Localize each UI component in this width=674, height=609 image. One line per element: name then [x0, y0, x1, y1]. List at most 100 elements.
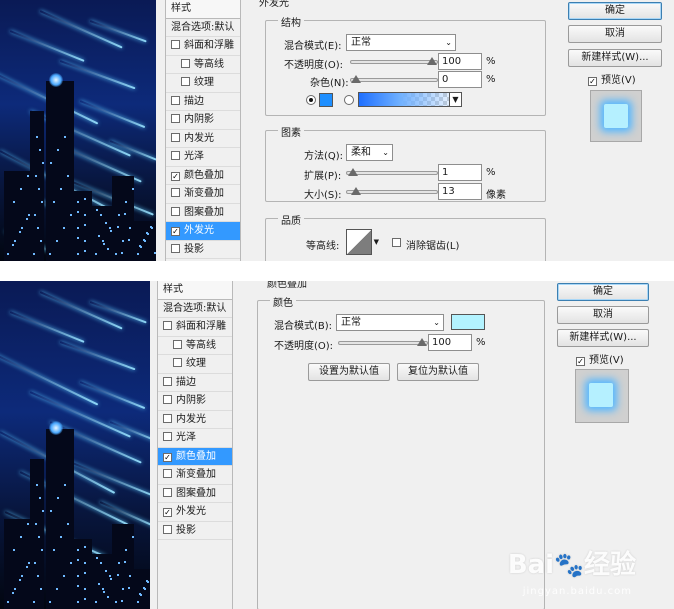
window-light: [64, 484, 66, 486]
style-checkbox[interactable]: ✓: [171, 227, 180, 236]
style-checkbox[interactable]: [163, 524, 172, 534]
style-checkbox[interactable]: [181, 77, 190, 86]
blending-options-item[interactable]: 混合选项:默认: [158, 300, 232, 318]
style-item[interactable]: 渐变叠加: [158, 466, 232, 485]
style-checkbox[interactable]: [163, 432, 172, 441]
reset-default-button[interactable]: 复位为默认值: [397, 363, 479, 381]
style-item[interactable]: ✓ 颜色叠加: [166, 167, 240, 185]
glow-color-swatch[interactable]: [319, 93, 333, 107]
opacity-slider[interactable]: [350, 57, 438, 65]
opacity-slider[interactable]: [338, 338, 428, 346]
opacity-input[interactable]: 100: [428, 334, 472, 351]
window-light: [132, 536, 134, 538]
style-item-label: 投影: [184, 243, 204, 255]
size-slider[interactable]: [346, 187, 438, 195]
gradient-radio[interactable]: [344, 95, 354, 105]
gradient-picker[interactable]: ▼: [358, 92, 462, 107]
contour-picker[interactable]: ▼: [346, 229, 379, 255]
style-item[interactable]: 图案叠加: [158, 485, 232, 503]
cancel-button[interactable]: 取消: [557, 306, 649, 324]
style-checkbox[interactable]: ✓: [171, 171, 180, 181]
style-item[interactable]: 纹理: [158, 355, 232, 374]
style-item[interactable]: ✓ 外发光: [158, 503, 232, 522]
style-item[interactable]: 等高线: [166, 56, 240, 74]
style-checkbox[interactable]: [163, 376, 172, 386]
style-item[interactable]: 内阴影: [158, 392, 232, 411]
style-checkbox[interactable]: [163, 413, 172, 423]
preview-toggle[interactable]: ✓ 预览(V): [576, 351, 624, 366]
style-checkbox[interactable]: [163, 487, 172, 497]
blend-mode-value: 正常: [341, 317, 361, 328]
style-item[interactable]: 内阴影: [166, 111, 240, 130]
style-item[interactable]: 斜面和浮雕: [166, 37, 240, 56]
style-item[interactable]: 等高线: [158, 337, 232, 355]
window-light: [67, 523, 69, 525]
chevron-down-icon[interactable]: ▼: [374, 238, 379, 246]
style-checkbox[interactable]: [171, 114, 180, 123]
noise-input[interactable]: 0: [438, 71, 482, 88]
style-checkbox[interactable]: [171, 40, 180, 49]
style-item[interactable]: 斜面和浮雕: [158, 318, 232, 337]
style-checkbox[interactable]: [171, 132, 180, 142]
style-checkbox[interactable]: [163, 395, 172, 404]
antialias-checkbox[interactable]: [392, 238, 401, 247]
method-select[interactable]: 柔和 ⌄: [346, 144, 393, 161]
style-checkbox[interactable]: [173, 358, 182, 367]
style-checkbox[interactable]: [171, 188, 180, 197]
style-item[interactable]: 光泽: [166, 148, 240, 167]
style-item[interactable]: 图案叠加: [166, 204, 240, 222]
building: [134, 569, 150, 609]
preview-checkbox[interactable]: ✓: [576, 357, 585, 366]
style-item[interactable]: ✓ 颜色叠加: [158, 447, 232, 466]
ok-button[interactable]: 确定: [557, 283, 649, 301]
blending-options-item[interactable]: 混合选项:默认: [166, 19, 240, 37]
blend-mode-select[interactable]: 正常 ⌄: [336, 314, 444, 331]
style-item[interactable]: 投影: [166, 241, 240, 259]
preview-toggle[interactable]: ✓ 预览(V): [588, 71, 636, 86]
style-item[interactable]: ✓ 外发光: [166, 222, 240, 241]
spread-slider[interactable]: [346, 168, 438, 176]
size-input[interactable]: 13: [438, 183, 482, 200]
style-checkbox[interactable]: [171, 95, 180, 105]
ok-button[interactable]: 确定: [568, 2, 662, 20]
opacity-input[interactable]: 100: [438, 53, 482, 70]
chevron-down-icon[interactable]: ▼: [449, 93, 461, 106]
new-style-button[interactable]: 新建样式(W)...: [568, 49, 662, 67]
styles-header[interactable]: 样式: [158, 281, 232, 300]
set-default-button[interactable]: 设置为默认值: [308, 363, 390, 381]
style-item[interactable]: 渐变叠加: [166, 185, 240, 204]
spread-input[interactable]: 1: [438, 164, 482, 181]
style-checkbox[interactable]: [171, 206, 180, 216]
cancel-button[interactable]: 取消: [568, 25, 662, 43]
style-item[interactable]: 内发光: [166, 130, 240, 148]
preview-checkbox[interactable]: ✓: [588, 77, 597, 86]
slider-thumb[interactable]: [427, 57, 437, 65]
style-checkbox[interactable]: [173, 339, 182, 349]
style-checkbox[interactable]: [171, 151, 180, 160]
noise-slider[interactable]: [350, 75, 438, 83]
window-light: [139, 245, 141, 247]
style-checkbox[interactable]: [181, 58, 190, 68]
style-item[interactable]: 纹理: [166, 74, 240, 93]
blend-mode-select[interactable]: 正常 ⌄: [346, 34, 456, 51]
solid-color-radio[interactable]: [306, 95, 316, 105]
style-checkbox[interactable]: [171, 243, 180, 253]
style-item[interactable]: 内发光: [158, 411, 232, 429]
styles-header[interactable]: 样式: [166, 0, 240, 19]
slider-thumb[interactable]: [417, 338, 427, 346]
window-light: [77, 211, 79, 213]
style-checkbox[interactable]: ✓: [163, 508, 172, 517]
slider-thumb[interactable]: [351, 75, 361, 83]
style-checkbox[interactable]: ✓: [163, 452, 172, 462]
style-checkbox[interactable]: [163, 321, 172, 330]
slider-thumb[interactable]: [347, 168, 358, 176]
style-item[interactable]: 投影: [158, 522, 232, 540]
slider-thumb[interactable]: [351, 187, 361, 195]
window-light: [95, 601, 97, 603]
style-checkbox[interactable]: [163, 469, 172, 478]
style-item[interactable]: 描边: [158, 374, 232, 392]
overlay-color-swatch[interactable]: [451, 314, 485, 330]
new-style-button[interactable]: 新建样式(W)...: [557, 329, 649, 347]
style-item[interactable]: 光泽: [158, 429, 232, 448]
style-item[interactable]: 描边: [166, 93, 240, 111]
